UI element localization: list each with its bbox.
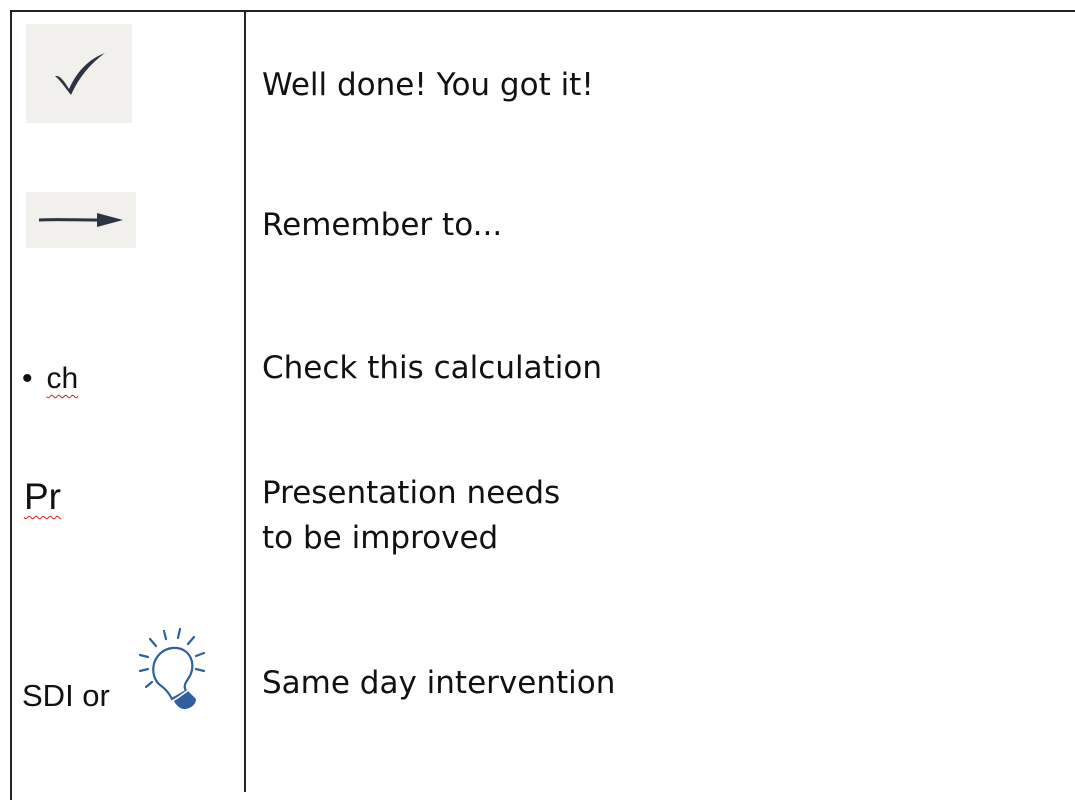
meaning-remember-to: Remember to... (262, 207, 503, 243)
meaning-presentation-line2: to be improved (262, 520, 499, 556)
sdi-symbol-text: SDI or (22, 678, 110, 713)
presentation-symbol: Pr (24, 476, 61, 517)
lightbulb-icon (138, 627, 206, 709)
arrow-right-icon (38, 213, 123, 227)
meaning-check-calculation: Check this calculation (262, 350, 602, 386)
checkmark-icon (55, 52, 105, 95)
tick-symbol-tile (26, 24, 132, 123)
arrow-symbol-tile (26, 192, 136, 248)
column-divider (244, 10, 246, 792)
ch-abbreviation: ch (46, 362, 79, 395)
bullet-symbol: • (22, 362, 33, 395)
meaning-presentation-line1: Presentation needs (262, 475, 561, 511)
meaning-presentation: Presentation needs to be improved (262, 471, 560, 561)
check-calculation-symbol: • ch (22, 362, 78, 396)
meaning-well-done: Well done! You got it! (262, 67, 594, 103)
meaning-same-day-intervention: Same day intervention (262, 665, 616, 701)
